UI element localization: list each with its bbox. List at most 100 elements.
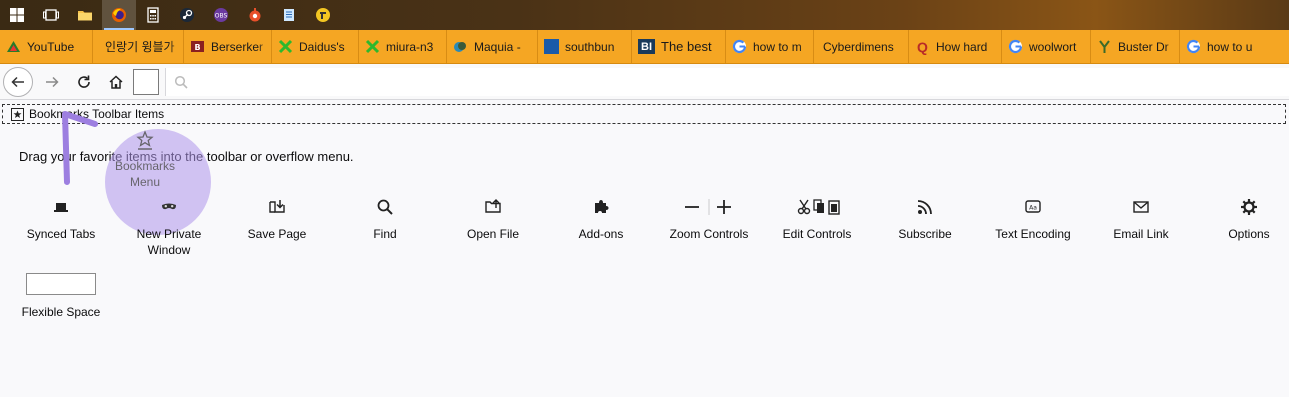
subscribe-label: Subscribe xyxy=(898,227,952,241)
forward-button[interactable] xyxy=(40,70,64,94)
tab-label: Maquia - xyxy=(474,39,521,54)
browser-tab[interactable]: B Berserker xyxy=(184,30,272,63)
edit-controls-label: Edit Controls xyxy=(782,227,852,241)
puzzle-piece-icon xyxy=(595,200,609,213)
browser-tab[interactable]: woolwort xyxy=(1002,30,1091,63)
flexible-space-item[interactable] xyxy=(26,273,96,295)
save-page-icon xyxy=(269,200,285,213)
browser-tab[interactable]: YouTube xyxy=(0,30,93,63)
email-link-label: Email Link xyxy=(1113,227,1169,241)
notepad-button[interactable] xyxy=(272,0,306,30)
text-encoding-item[interactable]: Aa Text Encoding xyxy=(983,197,1083,242)
bookmark-star-icon xyxy=(11,107,24,121)
synced-tabs-icon xyxy=(54,203,68,212)
browser-tab[interactable]: Q How hard xyxy=(909,30,1002,63)
google-icon xyxy=(1008,39,1023,54)
task-view-icon xyxy=(43,9,59,21)
berserker-icon: B xyxy=(190,39,205,54)
app-icon xyxy=(249,8,261,22)
task-view-button[interactable] xyxy=(34,0,68,30)
tab-label: southbun xyxy=(565,39,615,54)
reload-icon xyxy=(78,75,90,88)
text-encoding-icon: Aa xyxy=(1025,200,1041,213)
zoom-controls-label: Zoom Controls xyxy=(669,227,749,241)
maquia-icon xyxy=(453,39,468,54)
app-button[interactable]: OBS xyxy=(204,0,238,30)
open-file-label: Open File xyxy=(466,227,520,241)
zoom-controls-item[interactable]: Zoom Controls xyxy=(659,197,759,242)
bookmarks-toolbar[interactable]: Bookmarks Toolbar Items xyxy=(2,104,1286,124)
private-mask-icon xyxy=(162,203,176,210)
new-private-window-label-2: Window xyxy=(147,243,191,257)
options-item[interactable]: Options xyxy=(1199,197,1289,242)
gear-icon xyxy=(1241,199,1257,215)
text-encoding-label: Text Encoding xyxy=(995,227,1071,241)
url-bar[interactable] xyxy=(165,68,1289,96)
steam-icon xyxy=(180,8,194,22)
home-button[interactable] xyxy=(104,70,128,94)
calculator-button[interactable] xyxy=(136,0,170,30)
subscribe-item[interactable]: Subscribe xyxy=(875,197,975,242)
tab-label: Cyberdimens xyxy=(823,39,894,54)
google-icon xyxy=(1186,39,1201,54)
browser-tab[interactable]: how to m xyxy=(726,30,814,63)
file-explorer-button[interactable] xyxy=(68,0,102,30)
navigation-toolbar xyxy=(0,64,1289,100)
find-search-icon xyxy=(377,199,393,215)
svg-text:B: B xyxy=(194,43,200,52)
back-button[interactable] xyxy=(3,67,33,97)
steam-button[interactable] xyxy=(170,0,204,30)
reload-button[interactable] xyxy=(72,70,96,94)
svg-text:OBS: OBS xyxy=(215,13,228,20)
tab-label: miura-n3 xyxy=(386,39,434,54)
tab-label: Berserker xyxy=(211,39,264,54)
tab-label: YouTube xyxy=(27,39,75,54)
browser-tab[interactable]: southbun xyxy=(538,30,632,63)
save-page-label: Save Page xyxy=(247,227,307,241)
annotation-arrow-icon xyxy=(62,111,98,185)
green-x-icon xyxy=(278,39,293,54)
browser-tab[interactable]: Maquia - xyxy=(447,30,538,63)
open-file-item[interactable]: Open File xyxy=(443,197,543,242)
tab-strip: YouTube 인랑기 윙블가 B Berserker Daidus's miu… xyxy=(0,30,1289,64)
browser-tab[interactable]: BI The best xyxy=(632,30,726,63)
save-page-item[interactable]: Save Page xyxy=(227,197,327,242)
youtube-icon xyxy=(6,39,21,54)
options-label: Options xyxy=(1228,227,1270,241)
browser-tab[interactable]: Buster Dr xyxy=(1091,30,1180,63)
notepad-icon xyxy=(284,9,294,21)
windows-start-button[interactable] xyxy=(0,0,34,30)
windows-start-icon xyxy=(10,8,24,22)
app-icon: OBS xyxy=(214,8,228,22)
quora-icon: Q xyxy=(917,38,928,55)
edit-controls-item[interactable]: Edit Controls xyxy=(767,197,867,242)
svg-text:Aa: Aa xyxy=(1029,205,1037,212)
add-ons-label: Add-ons xyxy=(578,227,624,241)
new-private-window-label-1: New Private xyxy=(136,227,202,241)
email-link-item[interactable]: Email Link xyxy=(1091,197,1191,242)
windows-taskbar: OBS xyxy=(0,0,1289,30)
find-item[interactable]: Find xyxy=(335,197,435,242)
new-private-window-item[interactable]: New Private Window xyxy=(119,197,219,258)
synced-tabs-item[interactable]: Synced Tabs xyxy=(11,197,111,242)
app-button[interactable] xyxy=(238,0,272,30)
browser-tab[interactable]: how to u xyxy=(1180,30,1265,63)
app-button[interactable] xyxy=(306,0,340,30)
browser-tab[interactable]: miura-n3 xyxy=(359,30,447,63)
firefox-taskbar-button[interactable] xyxy=(102,0,136,30)
open-file-icon xyxy=(485,199,501,213)
app-icon xyxy=(316,8,330,22)
add-ons-item[interactable]: Add-ons xyxy=(551,197,651,242)
buster-icon xyxy=(1097,39,1112,54)
tab-label: how to m xyxy=(753,39,802,54)
edit-controls-icon xyxy=(797,199,840,215)
search-icon xyxy=(174,75,188,89)
browser-tab[interactable]: 인랑기 윙블가 xyxy=(93,30,184,63)
browser-tab[interactable]: Daidus's xyxy=(272,30,359,63)
blue-square-icon xyxy=(544,39,559,54)
tab-label: How hard xyxy=(936,39,988,54)
flexible-space-placeholder[interactable] xyxy=(133,69,159,95)
home-icon xyxy=(109,75,123,89)
tab-label: how to u xyxy=(1207,39,1253,54)
browser-tab[interactable]: Cyberdimens xyxy=(814,30,909,63)
